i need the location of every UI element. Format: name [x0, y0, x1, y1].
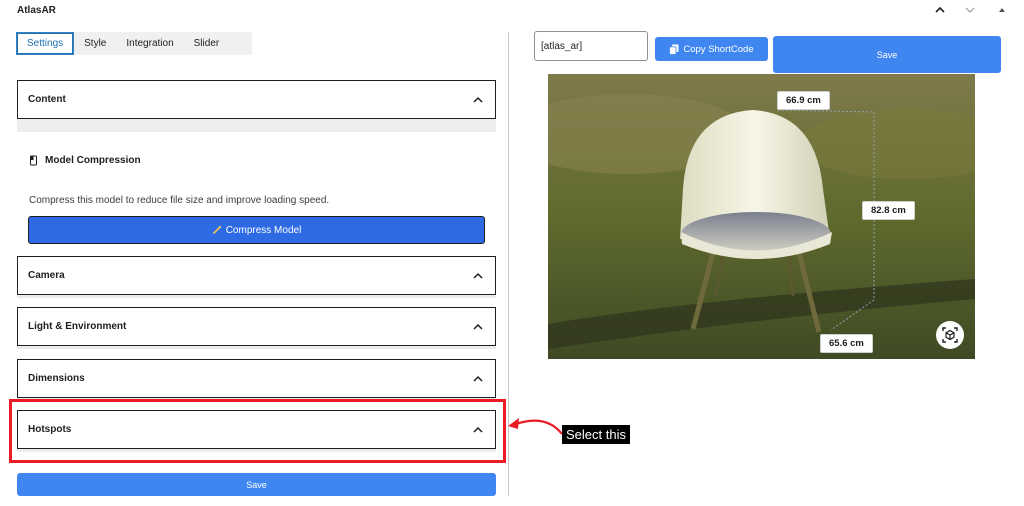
model-compression-description: Compress this model to reduce file size … — [29, 195, 330, 206]
view-in-ar-button[interactable] — [936, 321, 964, 349]
content-panel-header[interactable]: Content — [17, 80, 496, 119]
chevron-up-icon — [471, 320, 485, 334]
panel-label: Camera — [28, 270, 65, 281]
copy-shortcode-label: Copy ShortCode — [683, 43, 754, 55]
select-this-callout: Select this — [562, 425, 630, 444]
chevron-up-icon — [471, 372, 485, 386]
copy-icon — [669, 44, 679, 55]
save-button-top[interactable]: Save — [773, 36, 1001, 73]
dimension-height-label: 82.8 cm — [862, 201, 915, 220]
app-title: AtlasAR — [17, 5, 56, 16]
wand-icon — [212, 226, 221, 235]
settings-tabs: Settings Style Integration Slider — [16, 32, 252, 55]
phone-icon — [30, 155, 37, 166]
panel-label: Light & Environment — [28, 321, 127, 332]
model-viewer[interactable]: 66.9 cm 82.8 cm 65.6 cm — [548, 74, 975, 359]
caret-up-icon — [999, 8, 1005, 12]
tab-slider[interactable]: Slider — [184, 32, 230, 55]
annotation-arrow — [508, 418, 563, 435]
model-compression-label: Model Compression — [45, 155, 141, 166]
chevron-down-icon — [965, 7, 975, 13]
chevron-up-icon — [935, 6, 945, 13]
panel-label: Content — [28, 94, 66, 105]
compress-model-button[interactable]: Compress Model — [28, 216, 485, 244]
tab-settings[interactable]: Settings — [16, 32, 75, 55]
hotspots-highlight-box — [9, 399, 506, 463]
copy-shortcode-button[interactable]: Copy ShortCode — [655, 37, 768, 61]
ar-cube-icon — [942, 327, 958, 343]
save-button-bottom[interactable]: Save — [17, 473, 496, 496]
atlasar-settings-page: AtlasAR Settings Style Integration Slide… — [0, 0, 1024, 506]
move-up-button[interactable] — [932, 2, 948, 18]
shortcode-input[interactable]: [atlas_ar] — [534, 31, 648, 61]
camera-panel-header[interactable]: Camera — [17, 256, 496, 295]
panel-separator — [17, 120, 496, 132]
compress-model-label: Compress Model — [225, 224, 302, 236]
chevron-up-icon — [471, 93, 485, 107]
dimension-depth-label: 65.6 cm — [820, 334, 873, 353]
dimension-width-label: 66.9 cm — [777, 91, 830, 110]
panel-label: Dimensions — [28, 373, 85, 384]
move-down-button[interactable] — [962, 2, 978, 18]
dimensions-panel-header[interactable]: Dimensions — [17, 359, 496, 398]
tab-style[interactable]: Style — [74, 32, 116, 55]
light-environment-panel-header[interactable]: Light & Environment — [17, 307, 496, 346]
model-compression-title: Model Compression — [29, 155, 141, 166]
toggle-panel-button[interactable] — [994, 2, 1010, 18]
tab-integration[interactable]: Integration — [116, 32, 183, 55]
chevron-up-icon — [471, 269, 485, 283]
